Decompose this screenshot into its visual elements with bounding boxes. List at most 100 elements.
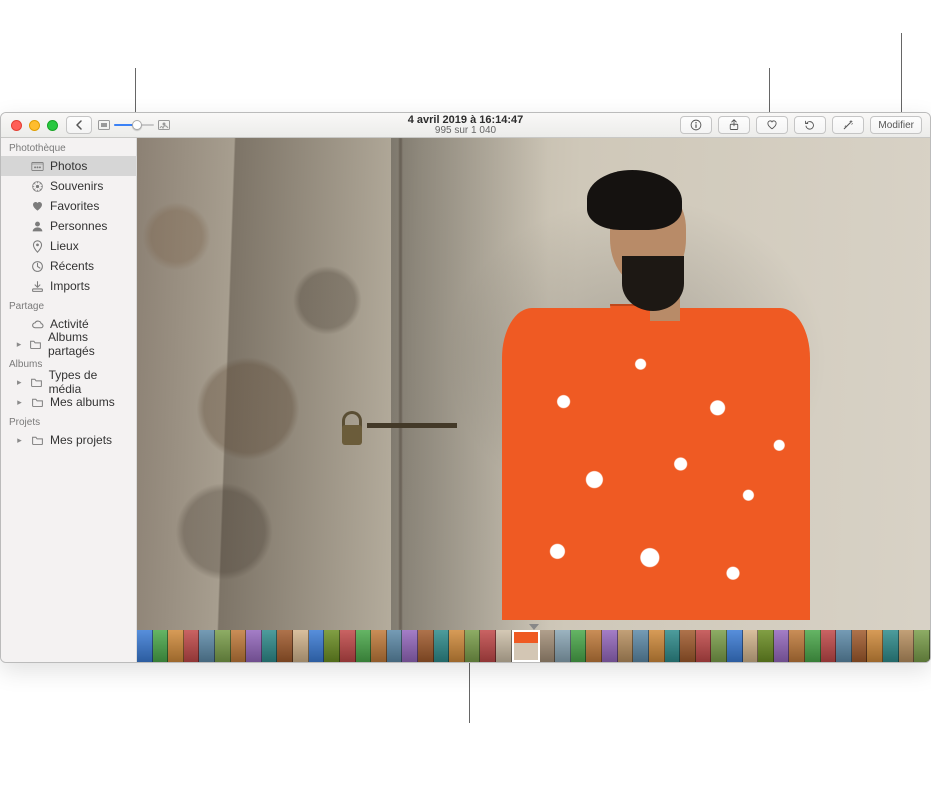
close-window-button[interactable] — [11, 120, 22, 131]
chevron-left-icon — [75, 120, 83, 130]
filmstrip-thumb[interactable] — [883, 630, 899, 662]
callout-line-edit — [901, 33, 902, 116]
sidebar-section-header: Projets — [1, 412, 136, 430]
zoom-slider[interactable] — [114, 118, 154, 132]
minimize-window-button[interactable] — [29, 120, 40, 131]
edit-button-label: Modifier — [878, 120, 914, 131]
photo-counter-label: 995 sur 1 040 — [435, 126, 496, 136]
folder-icon — [29, 337, 42, 351]
disclosure-triangle-icon[interactable]: ▸ — [15, 435, 24, 446]
sidebar-item-re-cents[interactable]: Récents — [1, 256, 136, 276]
filmstrip-thumb[interactable] — [324, 630, 340, 662]
filmstrip-thumb[interactable] — [434, 630, 450, 662]
filmstrip-thumb[interactable] — [618, 630, 634, 662]
filmstrip-thumb[interactable] — [711, 630, 727, 662]
filmstrip-thumb[interactable] — [418, 630, 434, 662]
filmstrip-thumb[interactable] — [512, 630, 540, 662]
edit-button[interactable]: Modifier — [870, 116, 922, 134]
filmstrip-thumb[interactable] — [836, 630, 852, 662]
sidebar-item-label: Favorites — [50, 199, 99, 213]
filmstrip-thumb[interactable] — [199, 630, 215, 662]
folder-icon — [29, 375, 42, 389]
filmstrip-thumb[interactable] — [727, 630, 743, 662]
folder-icon — [30, 395, 44, 409]
filmstrip-thumb[interactable] — [356, 630, 372, 662]
disclosure-triangle-icon[interactable]: ▸ — [15, 397, 24, 408]
disclosure-triangle-icon[interactable]: ▸ — [15, 377, 23, 388]
filmstrip-thumb[interactable] — [540, 630, 556, 662]
filmstrip-thumb[interactable] — [309, 630, 325, 662]
sidebar: PhotothèquePhotosSouvenirsFavoritesPerso… — [1, 138, 137, 662]
photos-app-window: 4 avril 2019 à 16:14:47 995 sur 1 040 — [0, 112, 931, 663]
filmstrip-thumb[interactable] — [696, 630, 712, 662]
filmstrip[interactable] — [137, 630, 930, 662]
filmstrip-thumb[interactable] — [571, 630, 587, 662]
sidebar-item-personnes[interactable]: Personnes — [1, 216, 136, 236]
sidebar-item-label: Souvenirs — [50, 179, 103, 193]
filmstrip-thumb[interactable] — [899, 630, 915, 662]
filmstrip-thumb[interactable] — [665, 630, 681, 662]
sidebar-item-photos[interactable]: Photos — [1, 156, 136, 176]
filmstrip-thumb[interactable] — [743, 630, 759, 662]
filmstrip-thumb[interactable] — [914, 630, 930, 662]
filmstrip-thumb[interactable] — [215, 630, 231, 662]
filmstrip-thumb[interactable] — [496, 630, 512, 662]
info-button[interactable] — [680, 116, 712, 134]
disclosure-triangle-icon[interactable]: ▸ — [15, 339, 23, 350]
auto-enhance-button[interactable] — [832, 116, 864, 134]
sidebar-item-albums-partage-s[interactable]: ▸Albums partagés — [1, 334, 136, 354]
filmstrip-thumb[interactable] — [340, 630, 356, 662]
sidebar-item-label: Mes albums — [50, 395, 115, 409]
filmstrip-thumb[interactable] — [246, 630, 262, 662]
favorite-button[interactable] — [756, 116, 788, 134]
people-icon — [30, 219, 44, 233]
filmstrip-thumb[interactable] — [137, 630, 153, 662]
filmstrip-thumb[interactable] — [680, 630, 696, 662]
filmstrip-thumb[interactable] — [465, 630, 481, 662]
sidebar-item-mes-projets[interactable]: ▸ Mes projets — [1, 430, 136, 450]
zoom-window-button[interactable] — [47, 120, 58, 131]
cloud-icon — [30, 317, 44, 331]
content-area — [137, 138, 930, 662]
filmstrip-thumb[interactable] — [153, 630, 169, 662]
sidebar-item-favorites[interactable]: Favorites — [1, 196, 136, 216]
toolbar-right: Modifier — [680, 116, 930, 134]
filmstrip-thumb[interactable] — [449, 630, 465, 662]
padlock-icon — [335, 409, 369, 449]
rotate-button[interactable] — [794, 116, 826, 134]
sidebar-item-label: Personnes — [50, 219, 107, 233]
filmstrip-thumb[interactable] — [586, 630, 602, 662]
filmstrip-thumb[interactable] — [602, 630, 618, 662]
filmstrip-thumb[interactable] — [789, 630, 805, 662]
filmstrip-thumb[interactable] — [867, 630, 883, 662]
sidebar-item-imports[interactable]: Imports — [1, 276, 136, 296]
filmstrip-thumb[interactable] — [758, 630, 774, 662]
filmstrip-thumb[interactable] — [480, 630, 496, 662]
filmstrip-thumb[interactable] — [805, 630, 821, 662]
sidebar-item-label: Imports — [50, 279, 90, 293]
filmstrip-thumb[interactable] — [402, 630, 418, 662]
filmstrip-thumb[interactable] — [852, 630, 868, 662]
sidebar-item-types-de-me-dia[interactable]: ▸Types de média — [1, 372, 136, 392]
filmstrip-thumb[interactable] — [293, 630, 309, 662]
filmstrip-thumb[interactable] — [371, 630, 387, 662]
filmstrip-thumb[interactable] — [262, 630, 278, 662]
back-button[interactable] — [66, 116, 92, 134]
filmstrip-thumb[interactable] — [555, 630, 571, 662]
photo-viewer[interactable] — [137, 138, 930, 630]
filmstrip-thumb[interactable] — [633, 630, 649, 662]
filmstrip-thumb[interactable] — [184, 630, 200, 662]
sidebar-item-souvenirs[interactable]: Souvenirs — [1, 176, 136, 196]
sidebar-item-label: Albums partagés — [48, 330, 128, 358]
filmstrip-thumb[interactable] — [277, 630, 293, 662]
filmstrip-thumb[interactable] — [168, 630, 184, 662]
sidebar-item-lieux[interactable]: Lieux — [1, 236, 136, 256]
share-icon — [728, 119, 740, 131]
filmstrip-thumb[interactable] — [649, 630, 665, 662]
filmstrip-thumb[interactable] — [231, 630, 247, 662]
filmstrip-thumb[interactable] — [774, 630, 790, 662]
filmstrip-thumb[interactable] — [821, 630, 837, 662]
filmstrip-thumb[interactable] — [387, 630, 403, 662]
share-button[interactable] — [718, 116, 750, 134]
sidebar-item-label: Mes projets — [50, 433, 112, 447]
